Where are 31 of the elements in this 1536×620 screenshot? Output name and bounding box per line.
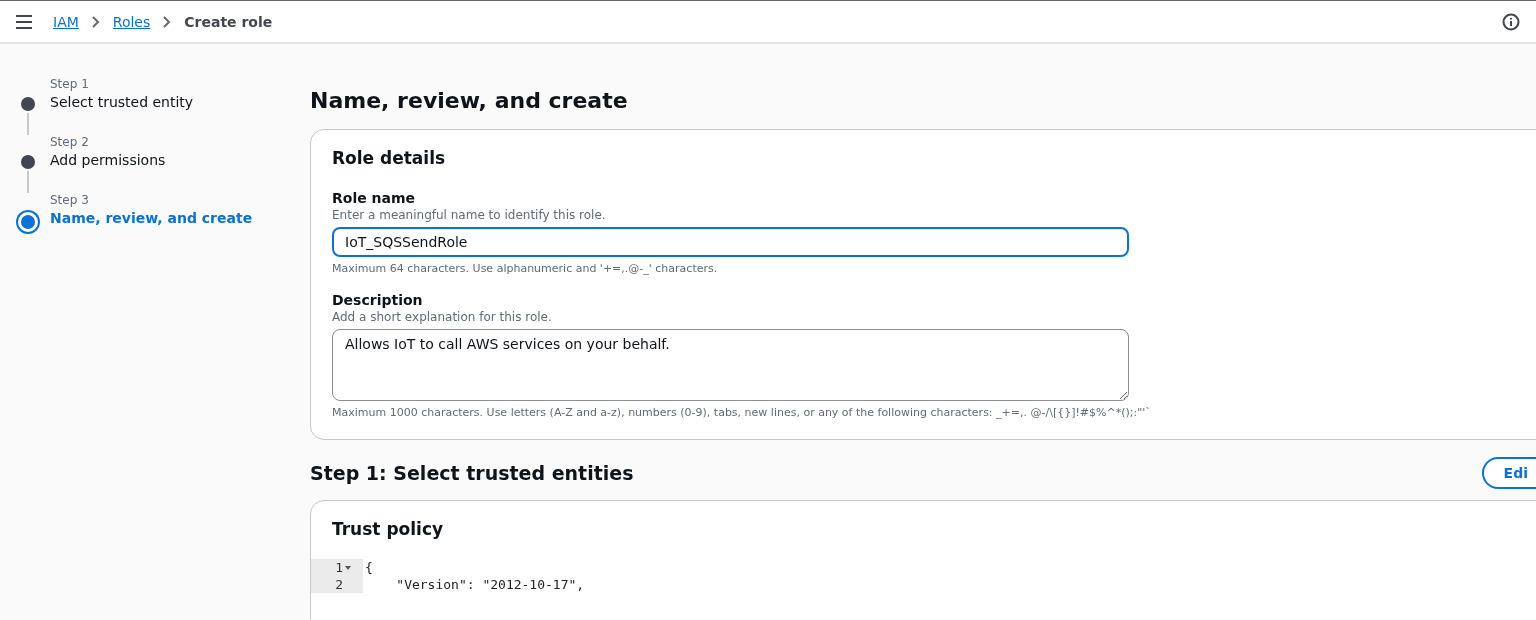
step-link[interactable]: Select trusted entity [50, 94, 194, 110]
step-number: Step 2 [50, 135, 90, 149]
edit-button[interactable]: Edi [1481, 457, 1536, 489]
card-title: Role details [332, 148, 447, 168]
line-number: 1 [335, 560, 343, 575]
code-line: { [364, 560, 373, 575]
step-link[interactable]: Name, review, and create [50, 210, 253, 226]
line-number: 2 [335, 577, 343, 592]
field-constraint: Maximum 1000 characters. Use letters (A-Z and a-z), numbers (0-9), tabs, new lines, or any of the following characters: _+=,. @-/\[{}]!#$%^*();:"'` [332, 406, 1152, 419]
chevron-right-icon [90, 15, 101, 28]
step-number: Step 1 [50, 77, 90, 91]
description-field[interactable]: Allows IoT to call AWS services on your behalf. [332, 329, 1129, 401]
chevron-right-icon [162, 15, 173, 28]
page-title: Name, review, and create [310, 88, 629, 113]
field-hint: Enter a meaningful name to identify this role. [332, 208, 607, 222]
info-icon[interactable] [1502, 12, 1520, 31]
field-label: Description [332, 292, 424, 308]
fold-caret-icon[interactable] [345, 565, 351, 570]
section-title: Step 1: Select trusted entities [310, 462, 635, 484]
card-title: Trust policy [332, 519, 445, 539]
menu-icon[interactable] [16, 14, 32, 29]
field-hint: Add a short explanation for this role. [332, 310, 553, 324]
breadcrumb-link[interactable]: Roles [112, 13, 151, 30]
field-label: Role name [332, 190, 417, 206]
breadcrumb-link[interactable]: IAM [53, 13, 79, 30]
field-constraint: Maximum 64 characters. Use alphanumeric and '+=,.@-_' characters. [332, 262, 719, 275]
role-name-field[interactable]: IoT_SQSSendRole [332, 227, 1129, 257]
code-line: "Version": "2012-10-17", [395, 577, 585, 592]
breadcrumb-current: Create role [184, 13, 273, 30]
step-number: Step 3 [50, 193, 90, 207]
step-link[interactable]: Add permissions [50, 152, 166, 168]
